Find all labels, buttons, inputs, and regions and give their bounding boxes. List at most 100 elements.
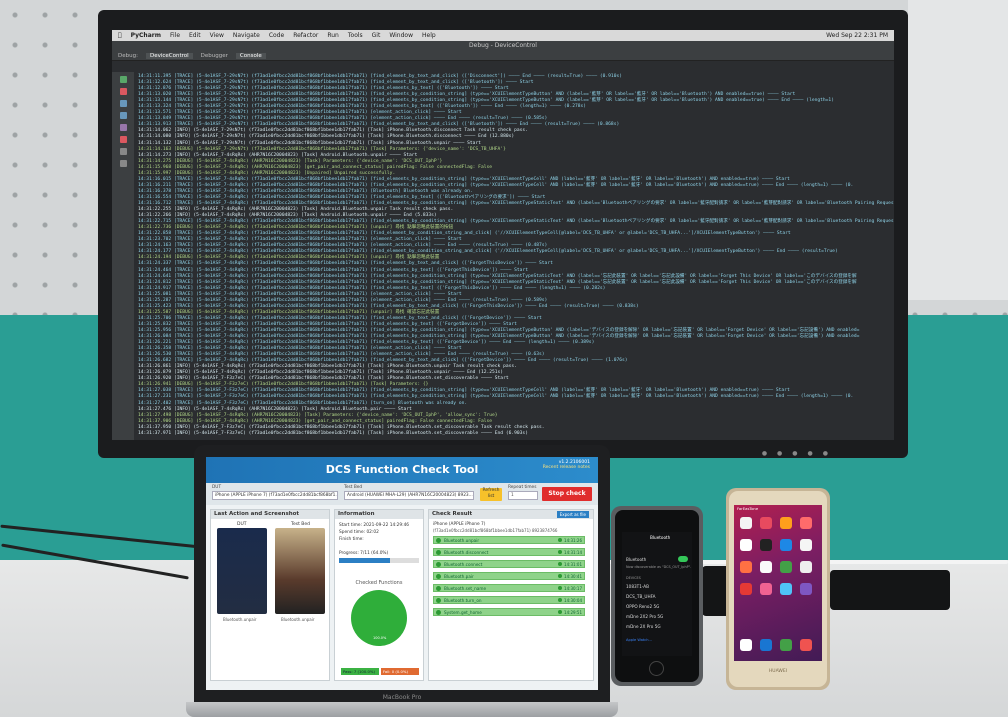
menu-refactor[interactable]: Refactor [293, 32, 318, 39]
app-icon[interactable] [780, 517, 792, 529]
result-function-name: Bluetooth.connect [444, 562, 483, 567]
dcs-app-window: DCS Function Check Tool v1.2.2106001 Rec… [206, 457, 598, 690]
app-icon[interactable] [740, 583, 752, 595]
status-dot-icon [558, 562, 562, 566]
console-output[interactable]: 14:31:11.395 [TRACE] (5-4e1ASF_7-29sN7t)… [134, 72, 894, 440]
step-into-icon[interactable] [119, 112, 127, 119]
stop-icon[interactable] [119, 88, 127, 95]
step-over-icon[interactable] [119, 100, 127, 107]
start-time-row: Start time: 2021-09-22 14:29:46 [339, 523, 409, 528]
menu-tools[interactable]: Tools [348, 32, 363, 39]
spend-time-row: Spend time: 02:02 [339, 530, 379, 535]
result-row[interactable]: Bluetooth.unpair 14:31:26 [433, 536, 585, 544]
menu-file[interactable]: File [170, 32, 180, 39]
huawei-carrier: FarEasTone [737, 506, 759, 511]
result-row[interactable]: Bluetooth.pair 14:30:41 [433, 572, 585, 580]
home-button[interactable] [649, 661, 664, 676]
stop-check-button[interactable]: Stop check [542, 487, 592, 501]
progress-bar [339, 558, 419, 563]
app-icon[interactable] [740, 517, 752, 529]
result-function-name: Bluetooth.pair [444, 574, 474, 579]
device-item[interactable]: mDne 2X2 Pro 5G [626, 614, 663, 619]
resume-icon[interactable] [119, 76, 127, 83]
app-icon[interactable] [760, 583, 772, 595]
wall-panel [908, 0, 1008, 300]
app-icon[interactable] [800, 517, 812, 529]
finish-time-label: Finish time: [339, 537, 364, 542]
status-dot-icon [558, 538, 562, 542]
result-row[interactable]: Bluetooth.connect 14:31:01 [433, 560, 585, 568]
apple-icon[interactable]:  [118, 32, 122, 39]
iphone-body: Bluetooth Bluetooth Now discoverable as … [615, 510, 699, 682]
menu-edit[interactable]: Edit [189, 32, 201, 39]
app-icon[interactable] [760, 517, 772, 529]
menubar-app-name[interactable]: PyCharm [131, 32, 161, 39]
app-icon[interactable] [800, 539, 812, 551]
pass-legend: Pass: 7 (100.0%) [341, 668, 379, 675]
iphone-footer-link[interactable]: Apple Watch... [626, 638, 652, 642]
result-row[interactable]: Bluetooth.set_name 14:30:17 [433, 584, 585, 592]
messages-icon[interactable] [780, 639, 792, 651]
result-time: 14:29:51 [564, 610, 582, 615]
devices-header: DEVICES [626, 576, 641, 580]
app-icon[interactable] [800, 583, 812, 595]
progress-label: Progress: [339, 551, 359, 556]
menu-git[interactable]: Git [372, 32, 381, 39]
pin-icon[interactable] [119, 160, 127, 167]
browser-icon[interactable] [800, 639, 812, 651]
status-dot-icon [558, 598, 562, 602]
device-item[interactable]: mDne 2X Pro 5G [626, 624, 661, 629]
mute-breakpoints-icon[interactable] [119, 136, 127, 143]
refresh-list-button[interactable]: Refresh list [480, 488, 502, 501]
contacts-icon[interactable] [760, 639, 772, 651]
bluetooth-toggle[interactable] [678, 556, 688, 562]
app-icon[interactable] [760, 561, 772, 573]
run-config-tab[interactable]: DeviceControl [145, 52, 193, 59]
menu-window[interactable]: Window [389, 32, 413, 39]
release-notes-link[interactable]: Recent release notes [543, 465, 590, 470]
result-time: 14:30:41 [564, 574, 582, 579]
device-item[interactable]: DCS_TB_UHFA [626, 594, 656, 599]
app-icon[interactable] [780, 539, 792, 551]
device-item[interactable]: OPPO Reno2 5G [626, 604, 659, 609]
huawei-screen: FarEasTone [734, 505, 822, 661]
external-monitor:  PyCharm File Edit View Navigate Code R… [98, 10, 908, 458]
phone-holder [830, 570, 950, 610]
app-header: DCS Function Check Tool v1.2.2106001 Rec… [206, 457, 598, 483]
result-function-name: Bluetooth.set_name [444, 586, 487, 591]
result-row[interactable]: Bluetooth.disconnect 14:31:14 [433, 548, 585, 556]
app-icon[interactable] [740, 561, 752, 573]
result-time: 14:31:26 [564, 538, 582, 543]
dut-select[interactable]: iPhone (APPLE iPhone 7) (f73ad1e0fbcc2dd… [212, 491, 338, 500]
export-file-button[interactable]: Export as file [556, 511, 589, 518]
repeat-times-input[interactable]: 1 [508, 491, 538, 500]
dut-label: DUT [212, 485, 222, 490]
device-item[interactable]: 1083T1-AB [626, 584, 649, 589]
menubar-clock[interactable]: Wed Sep 22 2:31 PM [826, 32, 888, 39]
result-function-name: Bluetooth.unpair [444, 538, 480, 543]
menu-view[interactable]: View [210, 32, 224, 39]
progress-bar-fill [339, 558, 391, 563]
phone-icon[interactable] [740, 639, 752, 651]
app-icon[interactable] [780, 583, 792, 595]
menu-run[interactable]: Run [327, 32, 339, 39]
app-icon[interactable] [740, 539, 752, 551]
app-icon[interactable] [760, 539, 772, 551]
menu-code[interactable]: Code [269, 32, 284, 39]
app-icon[interactable] [780, 561, 792, 573]
debug-toolbar: Debug: DeviceControl Debugger Console [112, 51, 894, 61]
menu-help[interactable]: Help [422, 32, 436, 39]
console-line: 14:31:37.971 [INFO] (5-4e1ASF_7-F3z7eC) … [138, 430, 528, 436]
start-time-value: 2021-09-22 14:29:46 [363, 523, 410, 528]
menu-navigate[interactable]: Navigate [233, 32, 260, 39]
tab-debugger[interactable]: Debugger [201, 53, 228, 59]
result-row[interactable]: System.get_home 14:29:51 [433, 608, 585, 616]
settings-icon[interactable] [119, 148, 127, 155]
result-time: 14:31:01 [564, 562, 582, 567]
iphone-device: Bluetooth Bluetooth Now discoverable as … [611, 506, 703, 686]
view-breakpoints-icon[interactable] [119, 124, 127, 131]
testbed-select[interactable]: Android (HUAWEI MHA-L29) (AHR7N16C200048… [344, 491, 474, 500]
app-icon[interactable] [800, 561, 812, 573]
result-row[interactable]: Bluetooth.turn_on 14:30:04 [433, 596, 585, 604]
tab-console[interactable]: Console [235, 52, 266, 59]
